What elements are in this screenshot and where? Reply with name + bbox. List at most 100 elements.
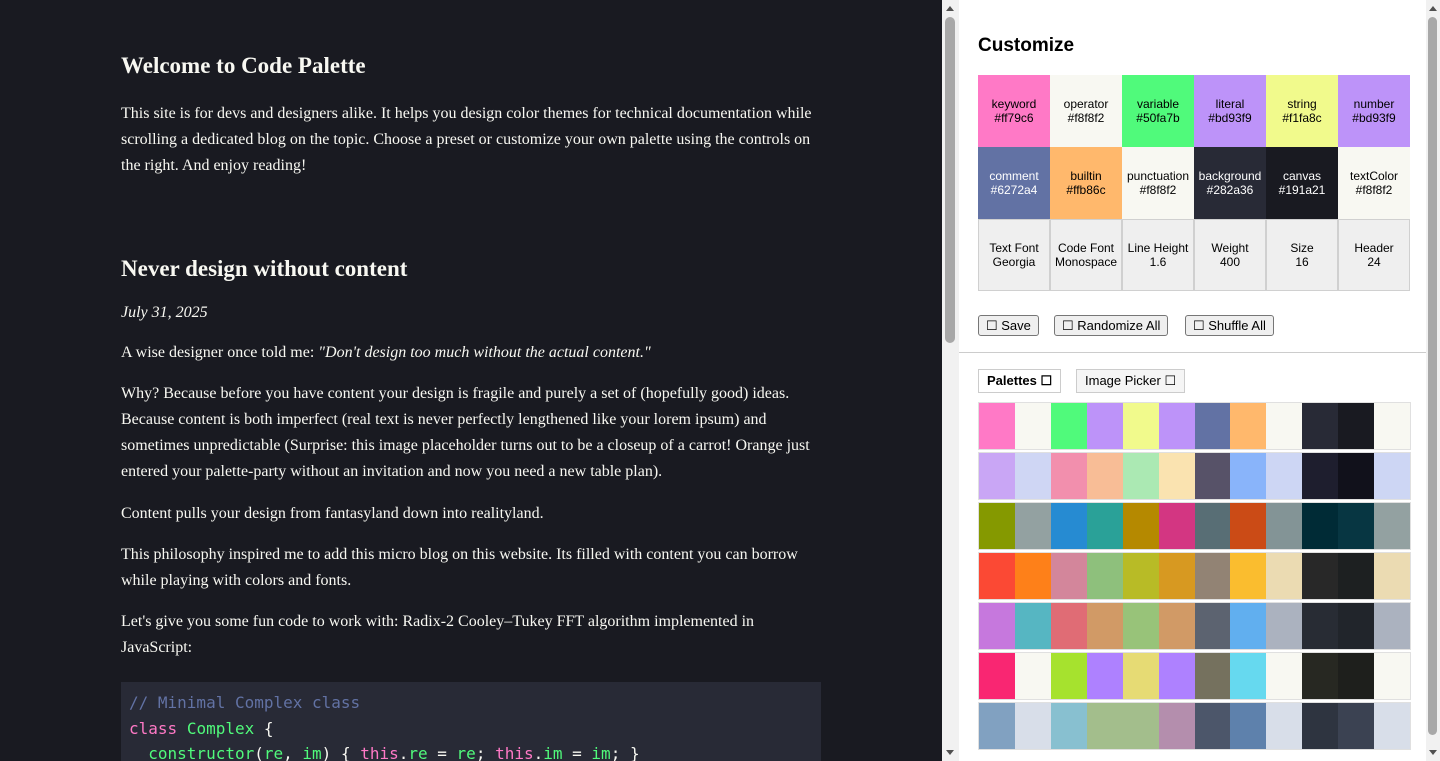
palette-swatch <box>1086 703 1123 749</box>
palette-swatch <box>1050 603 1087 649</box>
palette-row[interactable] <box>978 452 1411 500</box>
randomize-all-button[interactable]: ☐ Randomize All <box>1054 315 1169 336</box>
palette-swatch <box>1230 503 1267 549</box>
palette-swatch <box>1230 453 1267 499</box>
scroll-up-arrow-icon[interactable] <box>1429 6 1437 11</box>
setting-text-font[interactable]: Text Font Georgia <box>978 219 1050 291</box>
swatch-name: variable <box>1136 97 1180 111</box>
shuffle-all-button[interactable]: ☐ Shuffle All <box>1185 315 1274 336</box>
palette-swatch <box>1374 453 1411 499</box>
palette-swatch <box>979 453 1015 499</box>
swatch-name: literal <box>1215 97 1245 111</box>
code-keyword-class: class <box>129 718 178 738</box>
palette-swatch <box>1302 403 1339 449</box>
save-button[interactable]: ☐ Save <box>978 315 1039 336</box>
code-this: this <box>495 744 534 761</box>
swatch-value: #f1fa8c <box>1282 111 1322 125</box>
swatch-name: operator <box>1063 97 1109 111</box>
palette-swatch <box>1050 503 1087 549</box>
code-punct: . <box>533 744 544 761</box>
swatch-value: #f8f8f2 <box>1067 111 1105 125</box>
palette-swatch <box>1122 653 1159 699</box>
setting-weight[interactable]: Weight 400 <box>1194 219 1266 291</box>
code-punct: , <box>283 744 303 761</box>
palette-swatch <box>1122 453 1159 499</box>
palette-swatch <box>1158 503 1195 549</box>
color-swatch-operator[interactable]: operator #f8f8f2 <box>1050 75 1122 147</box>
setting-value: 400 <box>1219 255 1241 269</box>
palette-swatch <box>979 503 1015 549</box>
setting-line-height[interactable]: Line Height 1.6 <box>1122 219 1194 291</box>
palette-row[interactable] <box>978 552 1411 600</box>
color-swatch-punctuation[interactable]: punctuation #f8f8f2 <box>1122 147 1194 219</box>
scroll-down-arrow-icon[interactable] <box>1429 750 1437 755</box>
swatch-name: canvas <box>1282 169 1322 183</box>
blog-scrollbar-thumb[interactable] <box>945 17 955 343</box>
color-swatch-number[interactable]: number #bd93f9 <box>1338 75 1410 147</box>
palette-swatch <box>1230 403 1267 449</box>
code-punct: = <box>562 744 592 761</box>
palette-swatch <box>1194 553 1231 599</box>
color-swatch-comment[interactable]: comment #6272a4 <box>978 147 1050 219</box>
setting-label: Code Font <box>1057 241 1115 255</box>
palette-row[interactable] <box>978 502 1411 550</box>
palette-row[interactable] <box>978 702 1411 750</box>
code-prop: im <box>543 744 563 761</box>
setting-header[interactable]: Header 24 <box>1338 219 1410 291</box>
swatch-name: textColor <box>1349 169 1399 183</box>
tab-palettes[interactable]: Palettes ☐ <box>978 369 1062 393</box>
swatch-name: builtin <box>1070 169 1102 183</box>
welcome-title: Welcome to Code Palette <box>121 53 366 78</box>
color-swatch-variable[interactable]: variable #50fa7b <box>1122 75 1194 147</box>
palette-swatch <box>1230 603 1267 649</box>
panel-scrollbar[interactable] <box>1426 0 1440 761</box>
color-swatch-canvas[interactable]: canvas #191a21 <box>1266 147 1338 219</box>
color-swatch-builtin[interactable]: builtin #ffb86c <box>1050 147 1122 219</box>
code-brace: { <box>254 718 274 738</box>
code-punct: ( <box>254 744 264 761</box>
panel-scrollbar-thumb[interactable] <box>1428 17 1437 735</box>
post-date: July 31, 2025 <box>121 304 208 321</box>
palette-row[interactable] <box>978 652 1411 700</box>
swatch-value: #ff79c6 <box>994 111 1034 125</box>
palette-swatch <box>1194 603 1231 649</box>
palette-swatch <box>1266 453 1303 499</box>
scroll-up-arrow-icon[interactable] <box>946 6 954 11</box>
setting-code-font[interactable]: Code Font Monospace <box>1050 219 1122 291</box>
palette-row[interactable] <box>978 402 1411 450</box>
swatch-name: string <box>1287 97 1317 111</box>
quote-intro: A wise designer once told me: <box>121 344 319 361</box>
swatch-value: #f8f8f2 <box>1139 183 1177 197</box>
code-punct: = <box>427 744 457 761</box>
palette-swatch <box>1230 653 1267 699</box>
palette-swatch <box>1014 703 1051 749</box>
blog-pane: Welcome to Code Palette This site is for… <box>0 0 942 761</box>
color-swatch-background[interactable]: background #282a36 <box>1194 147 1266 219</box>
tab-image-picker[interactable]: Image Picker ☐ <box>1076 369 1186 393</box>
color-swatch-keyword[interactable]: keyword #ff79c6 <box>978 75 1050 147</box>
quote-text: "Don't design too much without the actua… <box>318 344 651 361</box>
palette-swatch <box>1194 453 1231 499</box>
palette-list <box>978 402 1411 752</box>
swatch-name: punctuation <box>1126 169 1190 183</box>
palette-swatch <box>1194 653 1231 699</box>
palette-swatch <box>1122 553 1159 599</box>
palette-swatch <box>1158 703 1195 749</box>
swatch-value: #f8f8f2 <box>1355 183 1393 197</box>
color-swatch-literal[interactable]: literal #bd93f9 <box>1194 75 1266 147</box>
code-this: this <box>360 744 399 761</box>
color-swatch-string[interactable]: string #f1fa8c <box>1266 75 1338 147</box>
palette-row[interactable] <box>978 602 1411 650</box>
blog-scrollbar[interactable] <box>942 0 959 761</box>
setting-size[interactable]: Size 16 <box>1266 219 1338 291</box>
scroll-down-arrow-icon[interactable] <box>946 750 954 755</box>
code-value: im <box>591 744 611 761</box>
color-swatch-textcolor[interactable]: textColor #f8f8f2 <box>1338 147 1410 219</box>
palette-swatch <box>1374 503 1411 549</box>
swatch-value: #191a21 <box>1278 183 1326 197</box>
swatch-name: comment <box>989 169 1039 183</box>
palette-swatch <box>1050 453 1087 499</box>
palette-swatch <box>1194 503 1231 549</box>
setting-value: 1.6 <box>1149 255 1167 269</box>
post-paragraph-5: Let's give you some fun code to work wit… <box>121 613 755 656</box>
